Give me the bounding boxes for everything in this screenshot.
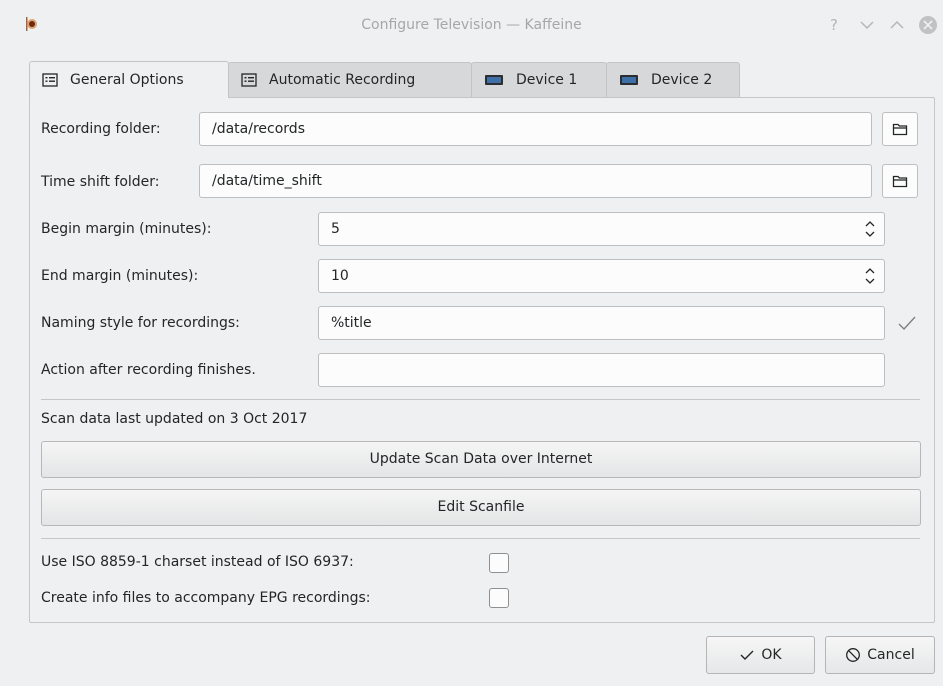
begin-margin-label: Begin margin (minutes): [41,221,212,237]
time-shift-folder-label: Time shift folder: [41,174,160,190]
separator [41,538,920,539]
window-title: Configure Television — Kaffeine [361,17,582,33]
minimize-icon[interactable] [858,16,876,34]
recording-folder-input[interactable]: /data/records [199,112,872,146]
ok-label: OK [761,647,782,663]
svg-text:?: ? [830,16,838,34]
ok-button[interactable]: OK [706,636,815,674]
iso-charset-checkbox[interactable] [489,553,509,573]
naming-style-input[interactable]: %title [318,306,885,340]
tab-label: Device 2 [651,72,713,88]
tab-general-options[interactable]: General Options [29,61,229,98]
maximize-icon[interactable] [888,16,906,34]
form-icon [42,73,58,87]
edit-scanfile-button[interactable]: Edit Scanfile [41,489,921,526]
cancel-label: Cancel [867,647,915,663]
tab-label: General Options [70,72,184,88]
form-icon [241,73,257,87]
tab-automatic-recording[interactable]: Automatic Recording [228,62,472,97]
folder-icon [892,175,908,188]
spin-arrows-icon[interactable] [864,266,876,286]
tab-device-1[interactable]: Device 1 [471,62,607,97]
action-after-recording-input[interactable] [318,353,885,387]
tab-label: Device 1 [516,72,578,88]
separator [41,399,920,400]
folder-icon [892,123,908,136]
end-margin-label: End margin (minutes): [41,268,199,284]
cancel-icon [846,648,861,662]
update-scan-data-button[interactable]: Update Scan Data over Internet [41,441,921,478]
recording-folder-label: Recording folder: [41,121,161,137]
close-icon[interactable] [918,15,938,35]
check-icon [740,650,754,660]
recording-folder-browse-button[interactable] [882,112,918,146]
info-files-label: Create info files to accompany EPG recor… [41,590,371,606]
tab-device-2[interactable]: Device 2 [606,62,740,97]
tab-label: Automatic Recording [269,72,416,88]
help-icon[interactable]: ? [825,16,843,34]
begin-margin-spinbox[interactable]: 5 [318,212,885,246]
end-margin-value: 10 [331,268,349,284]
naming-style-label: Naming style for recordings: [41,315,240,331]
time-shift-folder-input[interactable]: /data/time_shift [199,164,872,198]
spin-arrows-icon[interactable] [864,219,876,239]
iso-charset-label: Use ISO 8859-1 charset instead of ISO 69… [41,554,354,570]
scan-data-status: Scan data last updated on 3 Oct 2017 [41,411,308,427]
info-files-checkbox[interactable] [489,588,509,608]
time-shift-folder-browse-button[interactable] [882,164,918,198]
checkmark-icon [898,316,916,330]
tv-card-icon [620,75,638,85]
action-after-recording-label: Action after recording finishes. [41,362,256,378]
begin-margin-value: 5 [331,221,340,237]
end-margin-spinbox[interactable]: 10 [318,259,885,293]
title-bar: Configure Television — Kaffeine ? [0,0,943,50]
cancel-button[interactable]: Cancel [825,636,935,674]
tv-card-icon [485,75,503,85]
